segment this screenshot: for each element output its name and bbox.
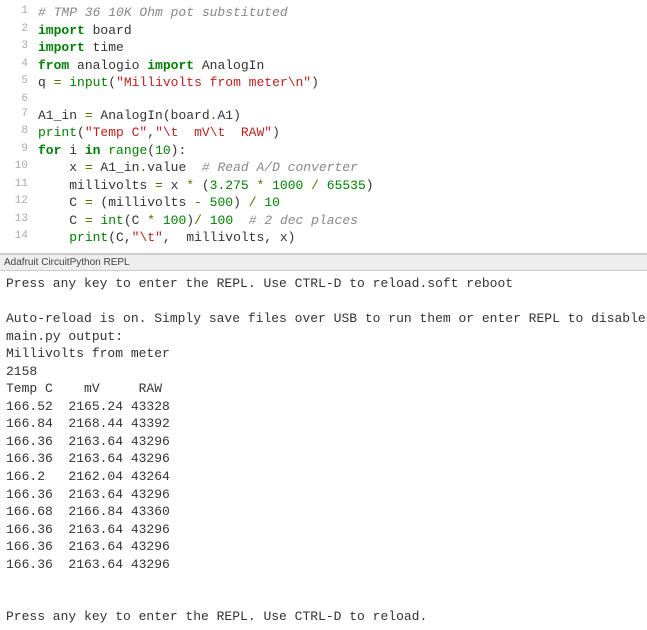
code-content[interactable]: q = input("Millivolts from meter\n"): [38, 74, 647, 92]
line-number: 10: [0, 159, 38, 177]
line-number: 4: [0, 57, 38, 75]
code-content[interactable]: millivolts = x * (3.275 * 1000 / 65535): [38, 177, 647, 195]
code-line[interactable]: 2import board: [0, 22, 647, 40]
code-line[interactable]: 4from analogio import AnalogIn: [0, 57, 647, 75]
code-line[interactable]: 6: [0, 92, 647, 107]
line-number: 2: [0, 22, 38, 40]
code-line[interactable]: 11 millivolts = x * (3.275 * 1000 / 6553…: [0, 177, 647, 195]
code-content[interactable]: C = int(C * 100)/ 100 # 2 dec places: [38, 212, 647, 230]
repl-line: 166.2 2162.04 43264: [6, 468, 641, 486]
code-content[interactable]: C = (millivolts - 500) / 10: [38, 194, 647, 212]
line-number: 7: [0, 107, 38, 125]
code-line[interactable]: 3import time: [0, 39, 647, 57]
code-content[interactable]: x = A1_in.value # Read A/D converter: [38, 159, 647, 177]
code-content[interactable]: import time: [38, 39, 647, 57]
code-line[interactable]: 9for i in range(10):: [0, 142, 647, 160]
repl-line: [6, 573, 641, 591]
repl-line: 166.36 2163.64 43296: [6, 450, 641, 468]
repl-line: 166.36 2163.64 43296: [6, 538, 641, 556]
code-line[interactable]: 1# TMP 36 10K Ohm pot substituted: [0, 4, 647, 22]
code-content[interactable]: [38, 92, 647, 107]
code-line[interactable]: 14 print(C,"\t", millivolts, x): [0, 229, 647, 247]
line-number: 1: [0, 4, 38, 22]
line-number: 14: [0, 229, 38, 247]
line-number: 9: [0, 142, 38, 160]
repl-line: Millivolts from meter: [6, 345, 641, 363]
repl-line: [6, 293, 641, 311]
repl-line: 166.36 2163.64 43296: [6, 521, 641, 539]
line-number: 8: [0, 124, 38, 142]
code-line[interactable]: 8print("Temp C","\t mV\t RAW"): [0, 124, 647, 142]
repl-line: 166.52 2165.24 43328: [6, 398, 641, 416]
repl-line: Press any key to enter the REPL. Use CTR…: [6, 275, 641, 293]
code-content[interactable]: print(C,"\t", millivolts, x): [38, 229, 647, 247]
repl-line: 166.36 2163.64 43296: [6, 556, 641, 574]
repl-line: Temp C mV RAW: [6, 380, 641, 398]
repl-line: 166.36 2163.64 43296: [6, 486, 641, 504]
line-number: 13: [0, 212, 38, 230]
line-number: 6: [0, 92, 38, 107]
repl-line: Auto-reload is on. Simply save files ove…: [6, 310, 641, 328]
line-number: 12: [0, 194, 38, 212]
code-content[interactable]: import board: [38, 22, 647, 40]
code-line[interactable]: 12 C = (millivolts - 500) / 10: [0, 194, 647, 212]
repl-line: 166.36 2163.64 43296: [6, 433, 641, 451]
code-line[interactable]: 7A1_in = AnalogIn(board.A1): [0, 107, 647, 125]
line-number: 3: [0, 39, 38, 57]
repl-line: 2158: [6, 363, 641, 381]
line-number: 5: [0, 74, 38, 92]
repl-panel-header: Adafruit CircuitPython REPL: [0, 254, 647, 271]
code-content[interactable]: A1_in = AnalogIn(board.A1): [38, 107, 647, 125]
code-editor[interactable]: 1# TMP 36 10K Ohm pot substituted2import…: [0, 0, 647, 254]
code-content[interactable]: # TMP 36 10K Ohm pot substituted: [38, 4, 647, 22]
repl-line: 166.68 2166.84 43360: [6, 503, 641, 521]
repl-line: Press any key to enter the REPL. Use CTR…: [6, 608, 641, 626]
repl-line: 166.84 2168.44 43392: [6, 415, 641, 433]
code-content[interactable]: print("Temp C","\t mV\t RAW"): [38, 124, 647, 142]
repl-output[interactable]: Press any key to enter the REPL. Use CTR…: [0, 271, 647, 630]
code-line[interactable]: 13 C = int(C * 100)/ 100 # 2 dec places: [0, 212, 647, 230]
repl-line: main.py output:: [6, 328, 641, 346]
code-content[interactable]: for i in range(10):: [38, 142, 647, 160]
line-number: 11: [0, 177, 38, 195]
code-content[interactable]: from analogio import AnalogIn: [38, 57, 647, 75]
code-line[interactable]: 5q = input("Millivolts from meter\n"): [0, 74, 647, 92]
code-line[interactable]: 10 x = A1_in.value # Read A/D converter: [0, 159, 647, 177]
